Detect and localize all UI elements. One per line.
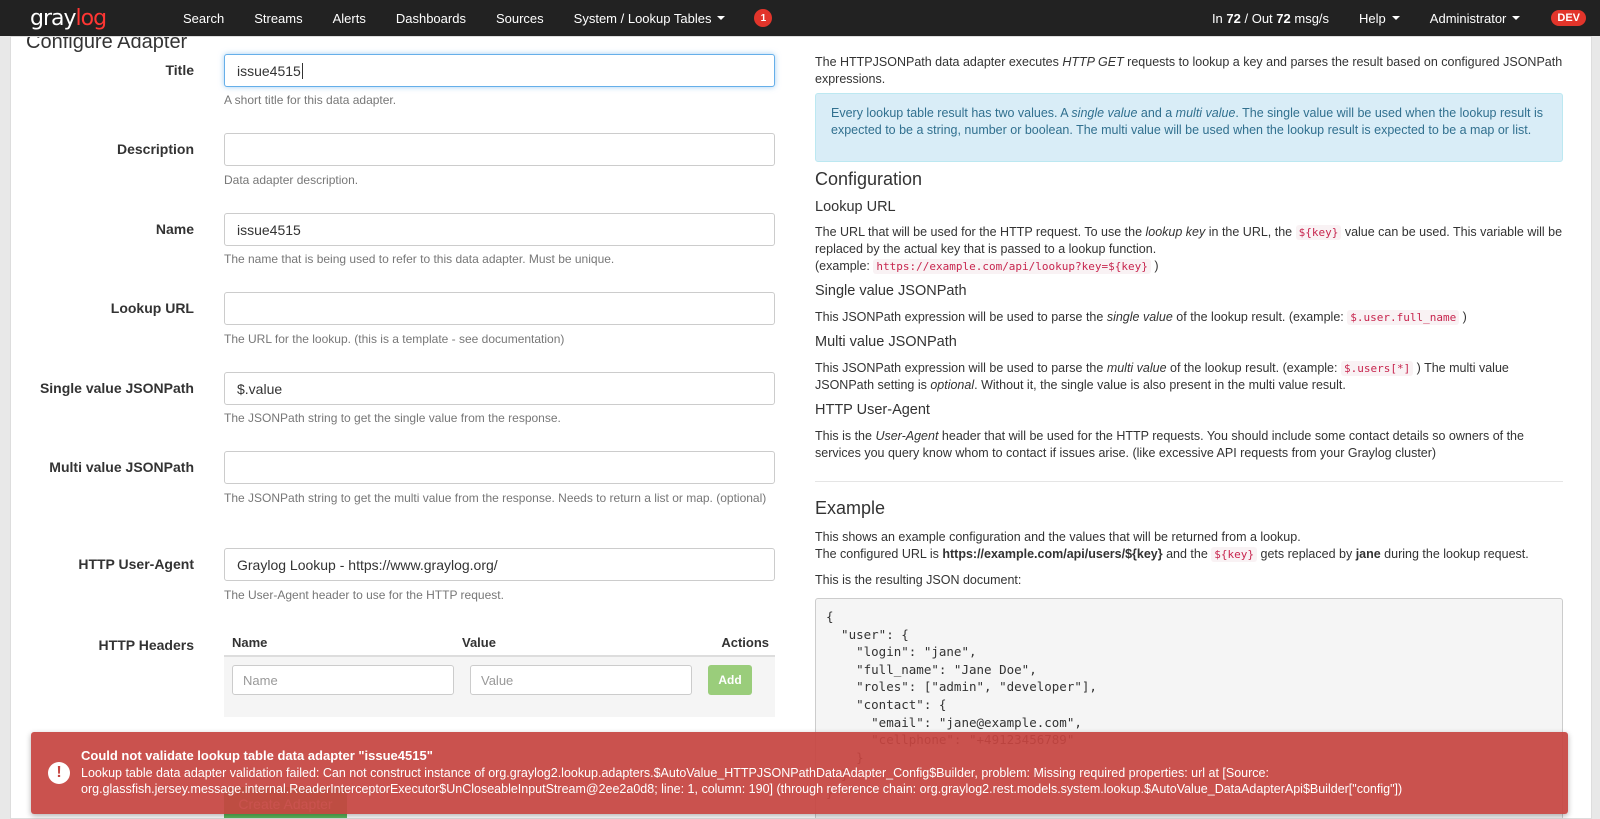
error-title: Could not validate lookup table data ada…	[81, 748, 433, 763]
chevron-down-icon	[1391, 16, 1400, 20]
nav-streams[interactable]: Streams	[239, 0, 317, 36]
lookup-url-input[interactable]	[224, 292, 775, 325]
example-intro: This shows an example configuration and …	[815, 530, 1529, 562]
description-label: Description	[116, 141, 194, 157]
nav-search[interactable]: Search	[168, 0, 239, 36]
error-message: Lookup table data adapter validation fai…	[81, 766, 1403, 796]
notification-badge[interactable]: 1	[754, 9, 773, 27]
top-navbar: graylog Search Streams Alerts Dashboards…	[0, 0, 1600, 36]
user-agent-input[interactable]: Graylog Lookup - https://www.graylog.org…	[224, 548, 775, 581]
nav-user-menu[interactable]: Administrator	[1415, 0, 1536, 36]
multi-jsonpath-help: The JSONPath string to get the multi val…	[224, 491, 767, 505]
http-headers-new-row: Name Value Add	[224, 657, 775, 717]
title-help: A short title for this data adapter.	[224, 93, 397, 107]
lookup-url-help: The URL for the lookup. (this is a templ…	[224, 332, 565, 346]
throughput-in: 72	[1226, 10, 1241, 26]
multi-jsonpath-doc-text: This JSONPath expression will be used to…	[815, 361, 1509, 392]
name-input[interactable]: issue4515	[224, 213, 775, 246]
add-header-button[interactable]: Add	[708, 665, 752, 695]
multi-jsonpath-doc-heading: Multi value JSONPath	[815, 334, 957, 350]
http-headers-table-header: Name Value Actions	[224, 635, 775, 657]
user-agent-help: The User-Agent header to use for the HTT…	[224, 588, 504, 602]
docs-intro: The HTTPJSONPath data adapter executes H…	[815, 55, 1563, 86]
col-header-actions: Actions	[721, 635, 769, 650]
chevron-down-icon	[1512, 16, 1521, 20]
title-label: Title	[165, 62, 194, 78]
content-panel: Configure Adapter Title issue4515 A shor…	[10, 36, 1592, 819]
nav-alerts[interactable]: Alerts	[318, 0, 381, 36]
chevron-down-icon	[717, 16, 726, 20]
user-agent-doc-heading: HTTP User-Agent	[815, 402, 930, 418]
name-help: The name that is being used to refer to …	[224, 252, 615, 266]
single-jsonpath-doc-text: This JSONPath expression will be used to…	[815, 310, 1467, 325]
divider	[815, 481, 1563, 482]
header-value-input[interactable]: Value	[470, 665, 692, 695]
example-heading: Example	[815, 498, 886, 518]
single-jsonpath-help: The JSONPath string to get the single va…	[224, 411, 561, 425]
env-badge: DEV	[1551, 10, 1586, 26]
exclamation-icon: !	[48, 762, 70, 784]
graylog-logo[interactable]: graylog	[0, 0, 150, 36]
title-input-value: issue4515	[237, 62, 301, 79]
user-agent-label: HTTP User-Agent	[78, 556, 194, 572]
description-input[interactable]	[224, 133, 775, 166]
nav-system-label: System / Lookup Tables	[573, 10, 712, 26]
throughput-out: 72	[1276, 10, 1291, 26]
single-jsonpath-label: Single value JSONPath	[39, 380, 194, 396]
title-input[interactable]: issue4515	[224, 54, 775, 87]
col-header-name: Name	[232, 635, 268, 650]
throughput-indicator: In 72 / Out 72 msg/s	[1211, 10, 1330, 26]
multi-jsonpath-input[interactable]	[224, 451, 775, 484]
example-json-caption: This is the resulting JSON document:	[815, 573, 1022, 587]
http-headers-table: Name Value Actions Name Value Add	[224, 635, 775, 717]
nav-sources[interactable]: Sources	[481, 0, 559, 36]
nav-help-menu[interactable]: Help	[1344, 0, 1415, 36]
lookup-url-doc-text: The URL that will be used for the HTTP r…	[815, 225, 1563, 274]
nav-user-label: Administrator	[1429, 10, 1507, 26]
lookup-url-label: Lookup URL	[110, 300, 194, 316]
multi-jsonpath-label: Multi value JSONPath	[49, 459, 194, 475]
user-agent-doc-text: This is the User-Agent header that will …	[815, 429, 1524, 460]
col-header-value: Value	[462, 635, 496, 650]
configuration-heading: Configuration	[815, 169, 923, 189]
error-notification[interactable]: ! Could not validate lookup table data a…	[31, 732, 1568, 814]
logo-text-main: gray	[30, 5, 77, 31]
nav-system-menu[interactable]: System / Lookup Tables	[559, 0, 741, 36]
logo-text-accent: log	[75, 5, 108, 31]
header-name-input[interactable]: Name	[232, 665, 454, 695]
nav-help-label: Help	[1359, 10, 1386, 26]
http-headers-label: HTTP Headers	[98, 637, 194, 653]
single-jsonpath-doc-heading: Single value JSONPath	[815, 283, 967, 299]
text-cursor	[301, 62, 303, 79]
name-label: Name	[155, 221, 194, 237]
nav-dashboards[interactable]: Dashboards	[381, 0, 481, 36]
lookup-url-doc-heading: Lookup URL	[815, 199, 896, 215]
info-alert: Every lookup table result has two values…	[815, 93, 1563, 162]
description-help: Data adapter description.	[224, 173, 359, 187]
single-jsonpath-input[interactable]: $.value	[224, 372, 775, 405]
page-title: Configure Adapter	[26, 36, 188, 53]
